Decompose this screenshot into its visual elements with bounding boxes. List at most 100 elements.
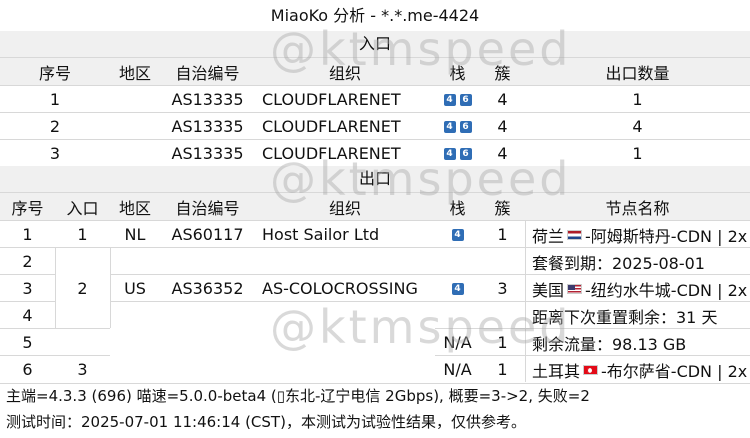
exit-cluster: 3 bbox=[497, 279, 508, 298]
exit-cluster: 1 bbox=[497, 225, 508, 244]
entry-count: 1 bbox=[632, 144, 643, 163]
exit-node: 美国 -纽约水牛城-CDN | 2x bbox=[532, 275, 750, 302]
entry-cluster: 4 bbox=[497, 90, 508, 109]
entry-cluster: 4 bbox=[497, 117, 508, 136]
entry-idx: 3 bbox=[49, 144, 61, 163]
exit-asn: AS36352 bbox=[171, 279, 244, 298]
ipv4-badge: 4 bbox=[443, 93, 456, 106]
exit-idx: 3 bbox=[22, 279, 33, 298]
exit-col-idx: 序号 bbox=[11, 199, 44, 218]
exit-node: 套餐到期：2025-08-01 bbox=[532, 253, 705, 273]
exit-section-label: 出口 bbox=[0, 166, 750, 192]
report-title: MiaoKo 分析 - *.*.me-4424 bbox=[270, 6, 480, 25]
entry-idx: 2 bbox=[49, 117, 61, 136]
exit-col-region: 地区 bbox=[118, 199, 151, 218]
exit-org: Host Sailor Ltd bbox=[262, 225, 380, 244]
entry-stack: 46 bbox=[435, 140, 480, 167]
entry-col-idx: 序号 bbox=[38, 64, 71, 83]
entry-region bbox=[110, 86, 160, 113]
entry-col-cluster: 簇 bbox=[494, 64, 511, 83]
exit-cluster: 1 bbox=[497, 333, 508, 352]
exit-idx: 5 bbox=[22, 333, 33, 352]
exit-node: 距离下次重置剩余：31 天 bbox=[532, 307, 718, 327]
entry-col-region: 地区 bbox=[118, 64, 151, 83]
exit-row: 1 1 NL AS60117 Host Sailor Ltd 4 1 荷兰 -阿姆… bbox=[0, 220, 750, 248]
exit-cluster: 1 bbox=[497, 360, 508, 379]
entry-org: CLOUDFLARENET bbox=[262, 144, 401, 163]
exit-entry: 2 bbox=[55, 247, 110, 329]
entry-asn: AS13335 bbox=[171, 144, 244, 163]
exit-entry: 3 bbox=[77, 360, 88, 379]
netherlands-flag-icon bbox=[567, 229, 583, 240]
exit-col-node: 节点名称 bbox=[605, 199, 670, 218]
exit-node: 剩余流量：98.13 GB bbox=[532, 334, 687, 354]
exit-idx: 2 bbox=[22, 252, 33, 271]
turkey-flag-icon bbox=[583, 364, 599, 375]
footer-summary: 主端=4.3.3 (696) 喵速=5.0.0-beta4 (▯东北-辽宁电信 … bbox=[0, 383, 750, 408]
ipv4-badge: 4 bbox=[451, 282, 464, 295]
entry-col-org: 组织 bbox=[328, 64, 361, 83]
entry-asn: AS13335 bbox=[171, 117, 244, 136]
ipv4-badge: 4 bbox=[443, 120, 456, 133]
exit-col-entry: 入口 bbox=[66, 199, 99, 218]
exit-node: 荷兰 -阿姆斯特丹-CDN | 2x bbox=[532, 221, 750, 248]
entry-region bbox=[110, 140, 160, 167]
exit-merged-blank bbox=[435, 301, 525, 328]
ipv4-badge: 4 bbox=[443, 147, 456, 160]
entry-section-label: 入口 bbox=[0, 31, 750, 57]
exit-header-row: 序号 入口 地区 自治编号 组织 栈 簇 节点名称 bbox=[0, 192, 750, 221]
entry-org: CLOUDFLARENET bbox=[262, 117, 401, 136]
entry-org: CLOUDFLARENET bbox=[262, 90, 401, 109]
exit-idx: 6 bbox=[22, 360, 33, 379]
entry-stack: 46 bbox=[435, 86, 480, 113]
entry-asn: AS13335 bbox=[171, 90, 244, 109]
entry-col-asn: 自治编号 bbox=[175, 64, 240, 83]
exit-entry: 1 bbox=[77, 225, 88, 244]
exit-idx: 1 bbox=[22, 225, 33, 244]
entry-row: 1 AS13335 CLOUDFLARENET 46 4 1 bbox=[0, 85, 750, 113]
node-location: -纽约水牛城-CDN | 2x bbox=[585, 280, 748, 300]
ipv6-badge: 6 bbox=[459, 93, 472, 106]
node-location: -布尔萨省-CDN | 2x bbox=[601, 361, 748, 381]
node-country: 土耳其 bbox=[532, 361, 581, 381]
usa-flag-icon bbox=[567, 283, 583, 294]
ipv6-badge: 6 bbox=[459, 120, 472, 133]
exit-col-asn: 自治编号 bbox=[175, 199, 240, 218]
node-country: 美国 bbox=[532, 280, 565, 300]
exit-col-org: 组织 bbox=[328, 199, 361, 218]
column-divider bbox=[110, 247, 111, 328]
exit-col-cluster: 簇 bbox=[494, 199, 511, 218]
node-location: -阿姆斯特丹-CDN | 2x bbox=[585, 226, 748, 246]
entry-col-count: 出口数量 bbox=[605, 64, 670, 83]
exit-col-stack: 栈 bbox=[449, 199, 466, 218]
exit-merged-blank bbox=[110, 247, 435, 274]
exit-region: US bbox=[124, 279, 146, 298]
entry-header-row: 序号 地区 自治编号 组织 栈 簇 出口数量 bbox=[0, 57, 750, 86]
ipv6-badge: 6 bbox=[459, 147, 472, 160]
exit-node: 土耳其 -布尔萨省-CDN | 2x bbox=[532, 356, 750, 383]
footer-test-time: 测试时间：2025-07-01 11:46:14 (CST)，本测试为试验性结果… bbox=[6, 413, 526, 431]
exit-merged-blank bbox=[435, 247, 525, 274]
exit-stack: N/A bbox=[443, 360, 472, 379]
exit-idx: 4 bbox=[22, 306, 33, 325]
exit-asn: AS60117 bbox=[171, 225, 244, 244]
exit-region: NL bbox=[124, 225, 146, 244]
node-country: 荷兰 bbox=[532, 226, 565, 246]
column-divider bbox=[55, 247, 56, 328]
entry-idx: 1 bbox=[49, 90, 61, 109]
exit-row: 3 US AS36352 AS-COLOCROSSING 4 3 美国 -纽约水牛… bbox=[0, 274, 750, 302]
exit-org: AS-COLOCROSSING bbox=[262, 279, 418, 298]
entry-row: 3 AS13335 CLOUDFLARENET 46 4 1 bbox=[0, 139, 750, 167]
entry-cluster: 4 bbox=[497, 144, 508, 163]
entry-region bbox=[110, 113, 160, 140]
exit-merged-blank bbox=[110, 301, 435, 383]
entry-count: 4 bbox=[632, 117, 643, 136]
exit-stack: N/A bbox=[443, 333, 472, 352]
entry-stack: 46 bbox=[435, 113, 480, 140]
exit-stack: 4 bbox=[435, 275, 480, 302]
column-divider bbox=[525, 220, 526, 382]
entry-count: 1 bbox=[632, 90, 643, 109]
entry-col-stack: 栈 bbox=[449, 64, 466, 83]
exit-stack: 4 bbox=[435, 221, 480, 248]
entry-row: 2 AS13335 CLOUDFLARENET 46 4 4 bbox=[0, 112, 750, 140]
